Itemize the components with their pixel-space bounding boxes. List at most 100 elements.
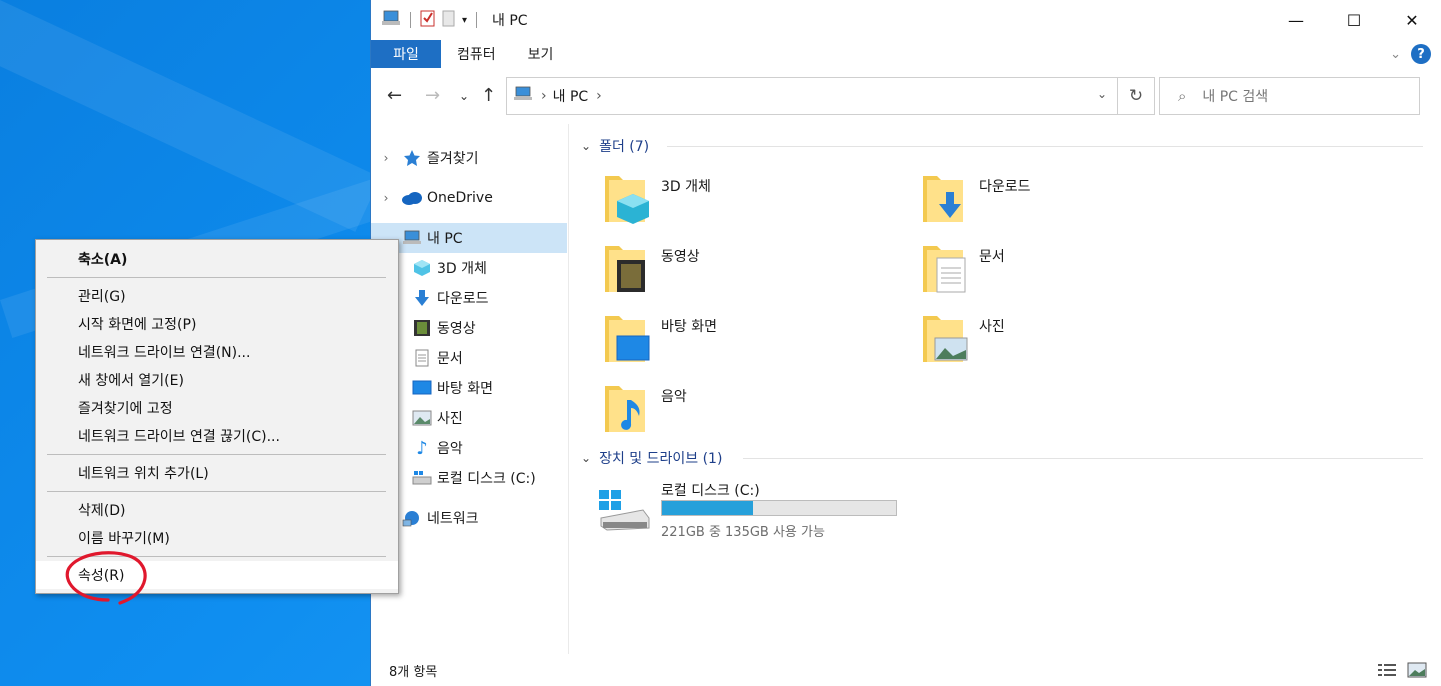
- group-divider: [743, 458, 1423, 459]
- menu-item-manage[interactable]: 관리(G): [36, 282, 398, 310]
- document-icon: [411, 349, 433, 367]
- nav-item-network[interactable]: › 네트워크: [371, 503, 567, 533]
- view-toggle-group: [1377, 662, 1427, 682]
- group-divider: [667, 146, 1423, 147]
- folder-music[interactable]: 음악: [571, 380, 871, 442]
- folder-name: 음악: [661, 389, 687, 405]
- folder-downloads[interactable]: 다운로드: [889, 170, 1189, 232]
- collapse-chevron-icon[interactable]: ⌄: [581, 451, 591, 465]
- menu-item-add-network-location[interactable]: 네트워크 위치 추가(L): [36, 459, 398, 487]
- computer-icon: [401, 230, 423, 246]
- menu-item-pin-quick-access[interactable]: 즐겨찾기에 고정: [36, 394, 398, 422]
- search-box[interactable]: ⌕ 내 PC 검색: [1159, 77, 1420, 115]
- folder-desktop[interactable]: 바탕 화면: [571, 310, 871, 372]
- folder-desktop-icon: [605, 316, 650, 362]
- folder-name: 사진: [979, 319, 1005, 335]
- nav-item-downloads[interactable]: 다운로드: [371, 283, 567, 313]
- item-count: 8개 항목: [389, 664, 438, 680]
- minimize-button[interactable]: —: [1267, 0, 1325, 40]
- nav-item-this-pc[interactable]: ⌄ 내 PC: [371, 223, 567, 253]
- folders-group-header[interactable]: ⌄ 폴더 (7): [581, 136, 649, 156]
- nav-item-label: 문서: [437, 351, 463, 367]
- picture-icon: [411, 410, 433, 426]
- folder-documents[interactable]: 문서: [889, 240, 1189, 302]
- folder-3d-objects[interactable]: 3D 개체: [571, 170, 871, 232]
- menu-item-delete[interactable]: 삭제(D): [36, 496, 398, 524]
- menu-item-open-new-window[interactable]: 새 창에서 열기(E): [36, 366, 398, 394]
- nav-item-desktop[interactable]: 바탕 화면: [371, 373, 567, 403]
- cube-icon: [411, 259, 433, 277]
- recent-locations-chevron-icon[interactable]: ⌄: [459, 89, 469, 103]
- ribbon-tabs: 파일 컴퓨터 보기 ⌄ ?: [371, 40, 1441, 68]
- tab-view[interactable]: 보기: [512, 40, 570, 68]
- navigation-pane: › 즐겨찾기 › OneDrive ⌄ 내 PC 3D 개체 다운로드 동영상 …: [371, 124, 569, 654]
- help-button[interactable]: ?: [1411, 44, 1431, 64]
- forward-arrow-icon[interactable]: →: [425, 85, 440, 106]
- menu-item-disconnect-network-drive[interactable]: 네트워크 드라이브 연결 끊기(C)...: [36, 422, 398, 450]
- download-icon: [411, 289, 433, 307]
- customize-toolbar-chevron-icon[interactable]: ▾: [462, 15, 467, 26]
- drive-icon: [599, 490, 650, 531]
- navigation-bar: ← → ⌄ ↑ › 내 PC › ⌄ ↻ ⌕ 내 PC 검색: [371, 68, 1441, 124]
- nav-item-pictures[interactable]: 사진: [371, 403, 567, 433]
- nav-item-documents[interactable]: 문서: [371, 343, 567, 373]
- menu-separator: [47, 277, 386, 278]
- menu-separator: [47, 491, 386, 492]
- network-icon: [401, 509, 423, 527]
- folder-pictures[interactable]: 사진: [889, 310, 1189, 372]
- nav-item-music[interactable]: ♪ 음악: [371, 433, 567, 463]
- drive-icon: [411, 470, 433, 486]
- expand-chevron-icon[interactable]: ›: [371, 151, 401, 165]
- expand-ribbon-icon[interactable]: ⌄: [1390, 47, 1401, 62]
- nav-item-3d-objects[interactable]: 3D 개체: [371, 253, 567, 283]
- nav-item-label: 내 PC: [427, 231, 463, 247]
- folder-name: 문서: [979, 249, 1005, 265]
- menu-item-map-network-drive[interactable]: 네트워크 드라이브 연결(N)...: [36, 338, 398, 366]
- up-arrow-icon[interactable]: ↑: [481, 85, 496, 106]
- folder-cube-icon: [605, 176, 649, 224]
- tab-file[interactable]: 파일: [371, 40, 441, 68]
- close-button[interactable]: ✕: [1383, 0, 1441, 40]
- folder-download-icon: [923, 176, 963, 222]
- star-icon: [401, 149, 423, 167]
- quick-access-toolbar: ▾ 내 PC: [381, 9, 528, 31]
- nav-item-local-disk[interactable]: 로컬 디스크 (C:): [371, 463, 567, 493]
- collapse-chevron-icon[interactable]: ⌄: [581, 139, 591, 153]
- nav-item-label: 바탕 화면: [437, 381, 493, 397]
- music-icon: ♪: [416, 437, 428, 459]
- search-icon: ⌕: [1178, 87, 1187, 105]
- properties-check-icon[interactable]: [420, 9, 436, 31]
- nav-item-quick-access[interactable]: › 즐겨찾기: [371, 143, 567, 173]
- tab-computer[interactable]: 컴퓨터: [441, 40, 512, 68]
- back-arrow-icon[interactable]: ←: [387, 85, 402, 106]
- address-dropdown-icon[interactable]: ⌄: [1097, 87, 1107, 101]
- details-view-icon[interactable]: [1377, 662, 1397, 682]
- new-folder-icon[interactable]: [442, 9, 456, 31]
- content-area: ⌄ 폴더 (7) 3D 개체 다운로드 동영상 문서 바탕 화면 사진 음악 ⌄…: [571, 124, 1423, 654]
- menu-separator: [47, 454, 386, 455]
- nav-item-label: 사진: [437, 411, 463, 427]
- nav-item-videos[interactable]: 동영상: [371, 313, 567, 343]
- breadcrumb-chevron-icon[interactable]: ›: [596, 88, 602, 104]
- nav-item-label: 다운로드: [437, 291, 489, 307]
- menu-item-collapse[interactable]: 축소(A): [36, 245, 398, 273]
- status-bar: 8개 항목: [371, 654, 1441, 686]
- nav-item-label: OneDrive: [427, 190, 493, 206]
- folder-name: 바탕 화면: [661, 319, 717, 335]
- context-menu: 축소(A) 관리(G) 시작 화면에 고정(P) 네트워크 드라이브 연결(N)…: [35, 239, 399, 594]
- refresh-button[interactable]: ↻: [1118, 77, 1155, 115]
- computer-icon: [513, 86, 533, 106]
- folder-videos[interactable]: 동영상: [571, 240, 871, 302]
- menu-item-pin-to-start[interactable]: 시작 화면에 고정(P): [36, 310, 398, 338]
- maximize-button[interactable]: ☐: [1325, 0, 1383, 40]
- folder-name: 3D 개체: [661, 179, 711, 195]
- drive-local-disk[interactable]: 로컬 디스크 (C:) 221GB 중 135GB 사용 가능: [597, 480, 917, 540]
- expand-chevron-icon[interactable]: ›: [371, 191, 401, 205]
- address-bar[interactable]: › 내 PC › ⌄: [506, 77, 1118, 115]
- breadcrumb-this-pc[interactable]: 내 PC: [553, 86, 589, 106]
- devices-group-header[interactable]: ⌄ 장치 및 드라이브 (1): [581, 448, 722, 468]
- large-icons-view-icon[interactable]: [1407, 662, 1427, 682]
- nav-item-onedrive[interactable]: › OneDrive: [371, 183, 567, 213]
- breadcrumb-chevron-icon[interactable]: ›: [541, 88, 547, 104]
- nav-item-label: 동영상: [437, 321, 476, 337]
